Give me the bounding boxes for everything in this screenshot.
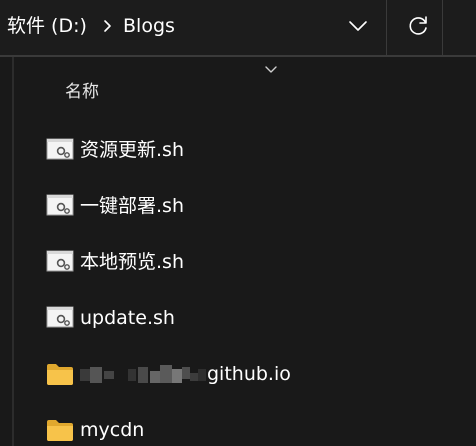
folder-row[interactable]: github.io bbox=[40, 351, 476, 395]
shell-script-icon bbox=[46, 306, 74, 328]
toolbar-divider bbox=[386, 0, 387, 55]
toolbar-divider-right bbox=[442, 0, 443, 55]
shell-script-icon bbox=[46, 194, 74, 216]
file-explorer-window: 软件 (D:) Blogs 名称 资源更新.sh 一键部署.sh 本地预览.sh… bbox=[0, 0, 476, 446]
folder-name: github.io bbox=[207, 363, 291, 385]
navigation-pane-edge bbox=[12, 57, 14, 446]
chevron-right-icon[interactable] bbox=[101, 13, 115, 39]
file-row[interactable]: 一键部署.sh bbox=[40, 183, 476, 227]
file-name: 资源更新.sh bbox=[80, 139, 184, 161]
file-row[interactable]: update.sh bbox=[40, 295, 476, 339]
redacted-name-blur bbox=[80, 365, 206, 383]
shell-script-icon bbox=[46, 250, 74, 272]
file-name: update.sh bbox=[80, 307, 175, 329]
folder-name: mycdn bbox=[80, 419, 145, 441]
sort-chevron-down-icon[interactable] bbox=[264, 64, 278, 76]
folder-row[interactable]: mycdn bbox=[40, 407, 476, 446]
folder-icon bbox=[47, 364, 73, 385]
folder-icon bbox=[47, 420, 73, 441]
file-row[interactable]: 资源更新.sh bbox=[40, 127, 476, 171]
breadcrumb-drive[interactable]: 软件 (D:) bbox=[7, 13, 87, 39]
shell-script-icon bbox=[46, 138, 74, 160]
chevron-down-icon[interactable] bbox=[340, 8, 376, 44]
refresh-icon[interactable] bbox=[400, 8, 436, 44]
column-header-name[interactable]: 名称 bbox=[65, 80, 99, 104]
breadcrumb-folder[interactable]: Blogs bbox=[123, 13, 175, 39]
address-bar[interactable]: 软件 (D:) Blogs bbox=[0, 0, 476, 55]
file-row[interactable]: 本地预览.sh bbox=[40, 239, 476, 283]
file-name: 一键部署.sh bbox=[80, 195, 184, 217]
file-name: 本地预览.sh bbox=[80, 251, 184, 273]
